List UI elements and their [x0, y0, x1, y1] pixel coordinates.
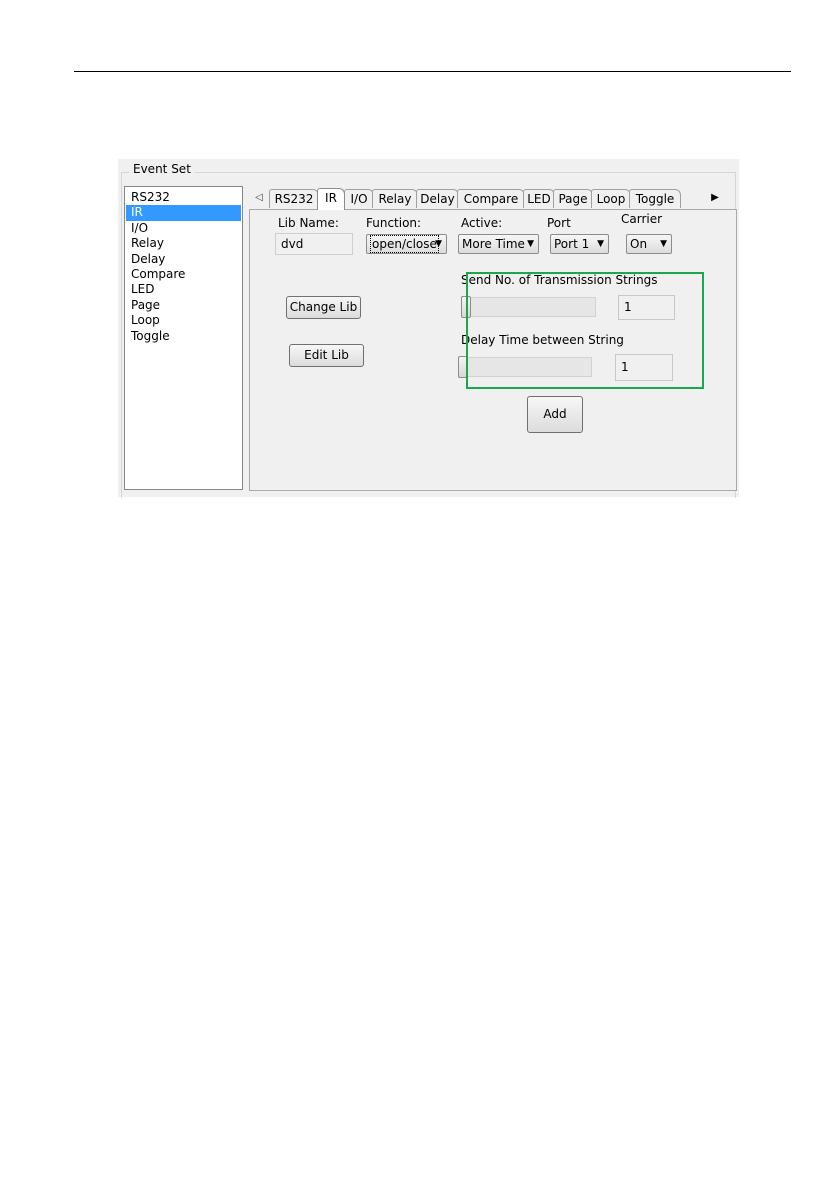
edit-lib-button[interactable]: Edit Lib: [289, 344, 364, 367]
list-item-delay[interactable]: Delay: [125, 252, 242, 267]
list-item-compare[interactable]: Compare: [125, 267, 242, 282]
active-value: More Time: [462, 237, 525, 251]
lib-name-label: Lib Name:: [278, 216, 339, 230]
list-item-page[interactable]: Page: [125, 298, 242, 313]
function-dropdown[interactable]: open/close ▼: [366, 234, 447, 254]
list-item-ir[interactable]: IR: [126, 205, 241, 221]
active-label: Active:: [461, 216, 503, 230]
tab-page[interactable]: Page: [553, 189, 593, 208]
event-type-list[interactable]: RS232 IR I/O Relay Delay Compare LED Pag…: [124, 186, 243, 490]
tab-led[interactable]: LED: [523, 189, 555, 208]
change-lib-button[interactable]: Change Lib: [286, 296, 361, 319]
add-button[interactable]: Add: [527, 396, 583, 433]
list-item-relay[interactable]: Relay: [125, 236, 242, 251]
tab-relay[interactable]: Relay: [372, 189, 418, 208]
list-item-io[interactable]: I/O: [125, 221, 242, 236]
chevron-down-icon: ▼: [435, 239, 442, 249]
tab-compare[interactable]: Compare: [457, 189, 525, 208]
page-header-rule: [74, 71, 791, 72]
tab-ir[interactable]: IR: [317, 188, 345, 210]
tab-scroll-left-icon[interactable]: ◁: [253, 191, 265, 205]
tab-delay[interactable]: Delay: [416, 189, 459, 208]
list-item-led[interactable]: LED: [125, 282, 242, 297]
highlight-box: [466, 272, 704, 389]
tab-toggle[interactable]: Toggle: [629, 189, 681, 208]
carrier-label: Carrier: [621, 212, 663, 226]
port-dropdown[interactable]: Port 1 ▼: [550, 234, 609, 254]
tab-rs232[interactable]: RS232: [269, 189, 319, 208]
port-label: Port: [547, 216, 571, 230]
chevron-down-icon: ▼: [660, 239, 667, 249]
lib-name-field: dvd: [275, 233, 353, 255]
tab-loop[interactable]: Loop: [591, 189, 631, 208]
carrier-dropdown[interactable]: On ▼: [626, 234, 672, 254]
list-item-toggle[interactable]: Toggle: [125, 329, 242, 344]
chevron-down-icon: ▼: [527, 239, 534, 249]
list-item-loop[interactable]: Loop: [125, 313, 242, 328]
group-title: Event Set: [129, 162, 195, 176]
list-item-rs232[interactable]: RS232: [125, 190, 242, 205]
tab-scroll-right-icon[interactable]: ▶: [709, 191, 721, 205]
tab-io[interactable]: I/O: [344, 189, 374, 208]
function-value: open/close: [370, 235, 439, 253]
tab-strip: ◁ RS232 IR I/O Relay Delay Compare LED P…: [249, 188, 735, 210]
port-value: Port 1: [554, 237, 590, 251]
carrier-value: On: [630, 237, 648, 251]
chevron-down-icon: ▼: [597, 239, 604, 249]
function-label: Function:: [366, 216, 422, 230]
active-dropdown[interactable]: More Time ▼: [458, 234, 539, 254]
